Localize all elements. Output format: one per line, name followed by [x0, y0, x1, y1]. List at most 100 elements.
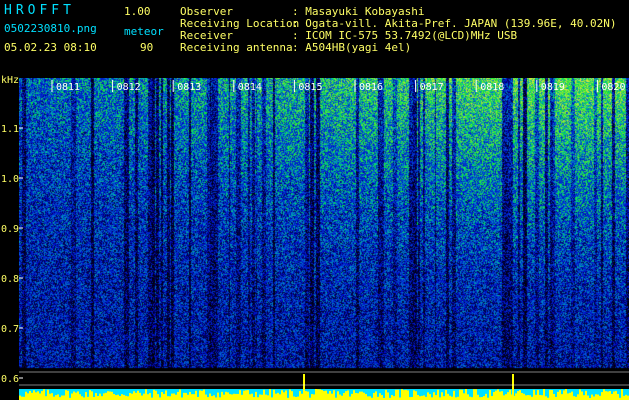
signal-bar	[465, 389, 467, 400]
signal-bar	[373, 392, 375, 400]
signal-bar	[415, 391, 417, 400]
signal-bar	[499, 391, 501, 400]
signal-bar	[329, 390, 331, 400]
signal-bar	[199, 390, 201, 400]
signal-bar	[175, 394, 177, 400]
signal-bar	[177, 391, 179, 400]
signal-bar	[187, 394, 189, 400]
time-tick-label: 0819	[541, 82, 565, 93]
signal-bar	[607, 391, 609, 400]
signal-bar	[39, 393, 41, 400]
signal-bar	[237, 393, 239, 400]
y-tick-label: 1.0	[1, 174, 19, 185]
signal-bar	[31, 392, 33, 400]
signal-bar	[251, 393, 253, 400]
signal-bar	[97, 395, 99, 400]
signal-bar	[551, 390, 553, 400]
signal-bar	[171, 393, 173, 400]
signal-bar	[461, 389, 463, 400]
signal-bar	[137, 390, 139, 400]
signal-bar	[315, 389, 317, 400]
signal-bar	[525, 395, 527, 400]
signal-bar	[365, 394, 367, 400]
signal-bar	[105, 392, 107, 400]
signal-bar	[189, 391, 191, 400]
signal-bar	[139, 392, 141, 400]
signal-bar	[91, 391, 93, 400]
y-tick-label: 0.7	[1, 324, 19, 335]
signal-bar	[413, 390, 415, 400]
signal-bar	[51, 393, 53, 400]
signal-bar	[109, 391, 111, 400]
signal-bar	[463, 393, 465, 400]
y-tick-label: 1.1	[1, 124, 19, 135]
signal-bar	[509, 389, 511, 400]
signal-bar	[403, 390, 405, 400]
signal-bar	[339, 394, 341, 400]
signal-bar	[167, 396, 169, 400]
signal-bar	[477, 394, 479, 400]
signal-bar	[625, 394, 627, 400]
signal-bar	[255, 391, 257, 400]
signal-bar	[225, 391, 227, 400]
time-tick-label: 0815	[298, 82, 322, 93]
signal-bar	[55, 395, 57, 400]
signal-bar	[521, 392, 523, 400]
signal-bar	[203, 389, 205, 400]
signal-bar	[261, 394, 263, 400]
signal-bar	[143, 393, 145, 400]
signal-bar	[567, 393, 569, 400]
signal-bar	[85, 392, 87, 400]
signal-bar	[63, 395, 65, 400]
signal-bar	[345, 391, 347, 400]
signal-bar	[321, 390, 323, 400]
signal-bar	[307, 391, 309, 400]
signal-bar	[193, 394, 195, 400]
signal-bar	[123, 394, 125, 400]
y-tick-label: 0.9	[1, 224, 19, 235]
signal-bar	[77, 391, 79, 400]
signal-bar	[379, 393, 381, 400]
signal-bar	[539, 394, 541, 400]
signal-bar	[319, 389, 321, 400]
signal-bar	[585, 390, 587, 400]
signal-bar	[545, 396, 547, 400]
signal-bar	[183, 392, 185, 400]
signal-bar	[99, 393, 101, 400]
signal-bar	[313, 394, 315, 400]
signal-bar	[533, 389, 535, 400]
signal-bar	[61, 395, 63, 400]
signal-bar	[369, 396, 371, 400]
signal-bar	[21, 396, 23, 400]
signal-bar	[437, 389, 439, 400]
signal-bar	[95, 393, 97, 400]
signal-bar	[367, 396, 369, 400]
signal-bar	[421, 395, 423, 400]
signal-bar	[79, 394, 81, 400]
signal-bar	[601, 392, 603, 400]
signal-bar	[493, 391, 495, 400]
signal-bar	[395, 389, 397, 400]
signal-bar	[265, 394, 267, 400]
signal-bar	[467, 394, 469, 400]
signal-bar	[113, 393, 115, 400]
signal-bar	[129, 392, 131, 400]
signal-bar	[515, 393, 517, 400]
signal-bar	[221, 391, 223, 400]
plot-overlay: 0811 0812 0813 0814 0815 0816 0817 0818 0819 0820…	[1, 80, 629, 400]
signal-bar	[285, 390, 287, 400]
time-tick-label: 0811	[56, 82, 80, 93]
signal-bar	[211, 396, 213, 400]
signal-bar	[417, 394, 419, 400]
signal-bar	[393, 396, 395, 400]
time-ticks: 0811 0812 0813 0814 0815 0816 0817 0818 0819 0820	[51, 80, 625, 93]
signal-bar	[33, 390, 35, 400]
signal-bar	[165, 390, 167, 400]
signal-bar	[527, 395, 529, 400]
signal-bar	[45, 396, 47, 400]
signal-bar	[75, 392, 77, 400]
signal-bar	[543, 389, 545, 400]
signal-bar	[599, 395, 601, 400]
signal-bar	[185, 392, 187, 400]
y-tick-label: 0.8	[1, 274, 19, 285]
